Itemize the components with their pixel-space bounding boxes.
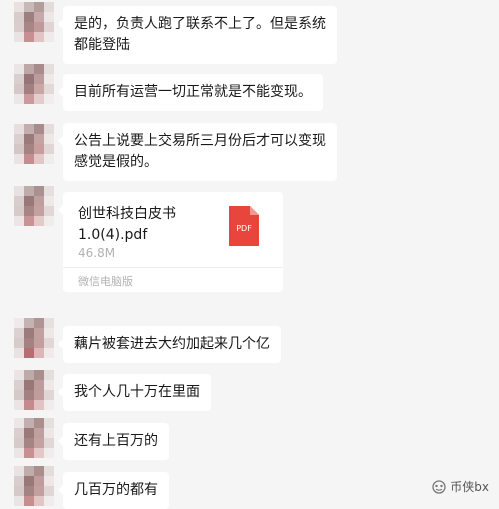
avatar[interactable] [14, 186, 54, 226]
avatar[interactable] [14, 370, 54, 410]
watermark: 币侠bx [432, 478, 489, 495]
watermark-text: 币侠bx [450, 480, 489, 494]
file-message-card[interactable]: 创世科技白皮书 1.0(4).pdf 46.8M PDF 微信电脑版 [58, 192, 283, 292]
message-bubble[interactable]: 目前所有运营一切正常就是不能变现。 [58, 74, 323, 111]
message-bubble[interactable]: 几百万的都有 [58, 472, 169, 509]
message-bubble[interactable]: 是的，负责人跑了联系不上了。但是系统 都能登陆 [58, 6, 337, 64]
avatar[interactable] [14, 318, 54, 358]
avatar[interactable] [14, 64, 54, 104]
file-name: 创世科技白皮书 1.0(4).pdf [78, 206, 176, 243]
avatar[interactable] [14, 466, 54, 506]
pdf-file-icon: PDF [229, 206, 259, 246]
avatar[interactable] [14, 418, 54, 458]
message-bubble[interactable]: 藕片被套进去大约加起来几个亿 [58, 326, 281, 363]
message-bubble[interactable]: 还有上百万的 [58, 423, 169, 460]
message-bubble[interactable]: 公告上说要上交易所三月份后才可以变现 感觉是假的。 [58, 123, 337, 181]
pdf-label: PDF [236, 224, 252, 233]
avatar[interactable] [14, 2, 54, 42]
avatar[interactable] [14, 124, 54, 164]
divider [63, 267, 283, 268]
wechat-channel-icon [432, 479, 446, 494]
file-source-label: 微信电脑版 [78, 275, 133, 288]
file-size: 46.8M [78, 246, 116, 260]
message-bubble[interactable]: 我个人几十万在里面 [58, 374, 211, 411]
